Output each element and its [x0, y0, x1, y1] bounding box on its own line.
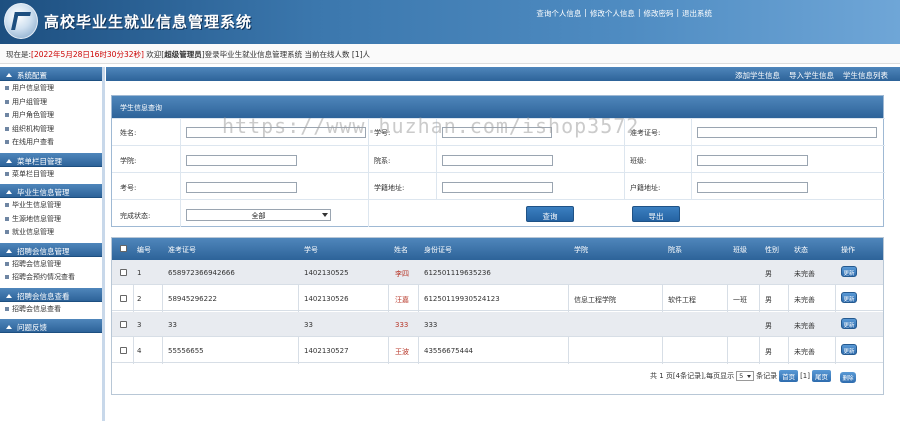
student-table: 编号 准考证号 学号 姓名 身份证号 学院 院系 班级 性别 状态 操作 1 6…: [111, 237, 884, 395]
delete-button[interactable]: 删除: [840, 372, 856, 383]
add-student-link[interactable]: 添加学生信息: [735, 70, 780, 81]
bullet-icon: [5, 171, 9, 176]
school-logo-icon: [4, 3, 38, 39]
row-checkbox[interactable]: [120, 321, 127, 328]
header-link-edit-profile[interactable]: 修改个人信息: [590, 8, 635, 19]
update-button[interactable]: 更新: [841, 318, 857, 329]
sidebar-section-menu[interactable]: 菜单栏目管理: [0, 152, 102, 167]
collapse-icon: [6, 325, 12, 329]
household-address-input[interactable]: [697, 182, 808, 193]
sidebar-item-user-role[interactable]: 用户角色管理: [0, 108, 102, 122]
sidebar-section-feedback[interactable]: 问题反馈: [0, 319, 102, 333]
header-link-change-password[interactable]: 修改密码: [643, 8, 673, 19]
current-page: [1]: [800, 372, 810, 380]
sidebar-item-organization[interactable]: 组织机构管理: [0, 122, 102, 136]
sidebar-item-online-users[interactable]: 在线用户查看: [0, 135, 102, 149]
sidebar-section-job-fair-view[interactable]: 招聘会信息查看: [0, 287, 102, 302]
import-student-link[interactable]: 导入学生信息: [789, 70, 834, 81]
search-button[interactable]: 查询: [526, 206, 574, 222]
update-button[interactable]: 更新: [841, 266, 857, 277]
college-input[interactable]: [186, 155, 297, 166]
collapse-icon: [6, 190, 12, 194]
last-page-button[interactable]: 尾页: [812, 370, 831, 382]
select-all-checkbox[interactable]: [120, 245, 127, 252]
sidebar: 系统配置 用户信息管理 用户组管理 用户角色管理 组织机构管理 在线用户查看 菜…: [0, 67, 102, 421]
sidebar-item-user-info[interactable]: 用户信息管理: [0, 81, 102, 95]
header-link-view-profile[interactable]: 查询个人信息: [536, 8, 581, 19]
sidebar-item-job-fair-manage[interactable]: 招聘会信息管理: [0, 257, 102, 271]
table-header: 编号 准考证号 学号 姓名 身份证号 学院 院系 班级 性别 状态 操作: [112, 238, 883, 260]
row-checkbox[interactable]: [120, 347, 127, 354]
sidebar-item-employment-info[interactable]: 就业信息管理: [0, 225, 102, 239]
header-links: 查询个人信息 | 修改个人信息 | 修改密码 | 退出系统: [536, 8, 712, 19]
sidebar-section-job-fair-manage[interactable]: 招聘会信息管理: [0, 242, 102, 257]
sidebar-item-user-group[interactable]: 用户组管理: [0, 95, 102, 109]
sidebar-item-menu-manage[interactable]: 菜单栏目管理: [0, 167, 102, 181]
table-row: 4 55556655 1402130527 王波 43556675444 男 未…: [112, 338, 883, 363]
bullet-icon: [5, 140, 9, 144]
sidebar-section-system-config[interactable]: 系统配置: [0, 67, 102, 81]
table-row: 2 58945296222 1402130526 汪嘉 612501199305…: [112, 286, 883, 311]
chevron-down-icon: [322, 213, 328, 217]
bullet-icon: [5, 203, 9, 207]
bullet-icon: [5, 261, 9, 266]
student-name-link[interactable]: 汪嘉: [395, 295, 409, 305]
sidebar-section-graduate[interactable]: 毕业生信息管理: [0, 184, 102, 198]
collapse-icon: [6, 248, 12, 253]
app-title: 高校毕业生就业信息管理系统: [44, 13, 253, 31]
first-page-button[interactable]: 首页: [779, 370, 799, 382]
sidebar-divider[interactable]: [102, 67, 105, 421]
student-name-link[interactable]: 333: [395, 321, 408, 329]
bullet-icon: [5, 126, 9, 131]
bullet-icon: [5, 230, 9, 234]
class-input[interactable]: [697, 155, 808, 166]
bullet-icon: [5, 113, 9, 117]
bullet-icon: [5, 275, 9, 279]
collapse-icon: [6, 158, 12, 163]
student-list-link[interactable]: 学生信息列表: [843, 70, 888, 81]
app-header: 高校毕业生就业信息管理系统 查询个人信息 | 修改个人信息 | 修改密码 | 退…: [0, 0, 900, 44]
table-row: 1 658972366942666 1402130525 李四 61250111…: [112, 260, 883, 285]
exam-id-input[interactable]: [186, 182, 297, 193]
sidebar-item-graduate-info[interactable]: 毕业生信息管理: [0, 198, 102, 212]
collapse-icon: [6, 293, 12, 298]
per-page-select[interactable]: 5: [736, 371, 755, 381]
table-row: 3 33 33 333 333 男 未完善 更新: [112, 312, 883, 337]
student-name-link[interactable]: 李四: [395, 269, 409, 279]
student-address-input[interactable]: [442, 182, 553, 193]
student-name-link[interactable]: 王波: [395, 347, 409, 357]
department-input[interactable]: [442, 155, 553, 166]
chevron-down-icon: [747, 375, 752, 378]
sidebar-item-origin-info[interactable]: 生源地信息管理: [0, 212, 102, 226]
update-button[interactable]: 更新: [841, 292, 857, 303]
row-checkbox[interactable]: [120, 295, 127, 302]
header-link-logout[interactable]: 退出系统: [682, 8, 712, 19]
row-checkbox[interactable]: [120, 269, 127, 276]
status-select[interactable]: 全部: [186, 209, 331, 221]
export-button[interactable]: 导出: [632, 206, 680, 222]
current-datetime: [2022年5月28日16时30分32秒]: [31, 50, 144, 59]
bullet-icon: [5, 306, 9, 311]
watermark: https://www.huzhan.com/ishop3572: [222, 114, 640, 138]
sidebar-item-job-fair-booking[interactable]: 招聘会预约情况查看: [0, 270, 102, 284]
bullet-icon: [5, 86, 9, 90]
update-button[interactable]: 更新: [841, 344, 857, 355]
exam-no-input[interactable]: [697, 127, 877, 138]
pagination: 共 1 页[4条记录],每页显示 5 条记录 首页 [1] 尾页: [650, 370, 859, 382]
user-role: 超级管理员: [164, 50, 202, 59]
bullet-icon: [5, 99, 9, 104]
collapse-icon: [6, 73, 12, 77]
bullet-icon: [5, 216, 9, 221]
status-bar: 现在是:[2022年5月28日16时30分32秒] 欢迎[超级管理员]登录毕业生…: [0, 44, 900, 64]
action-bar: 添加学生信息 导入学生信息 学生信息列表: [106, 67, 900, 81]
sidebar-item-job-fair-view[interactable]: 招聘会信息查看: [0, 302, 102, 316]
